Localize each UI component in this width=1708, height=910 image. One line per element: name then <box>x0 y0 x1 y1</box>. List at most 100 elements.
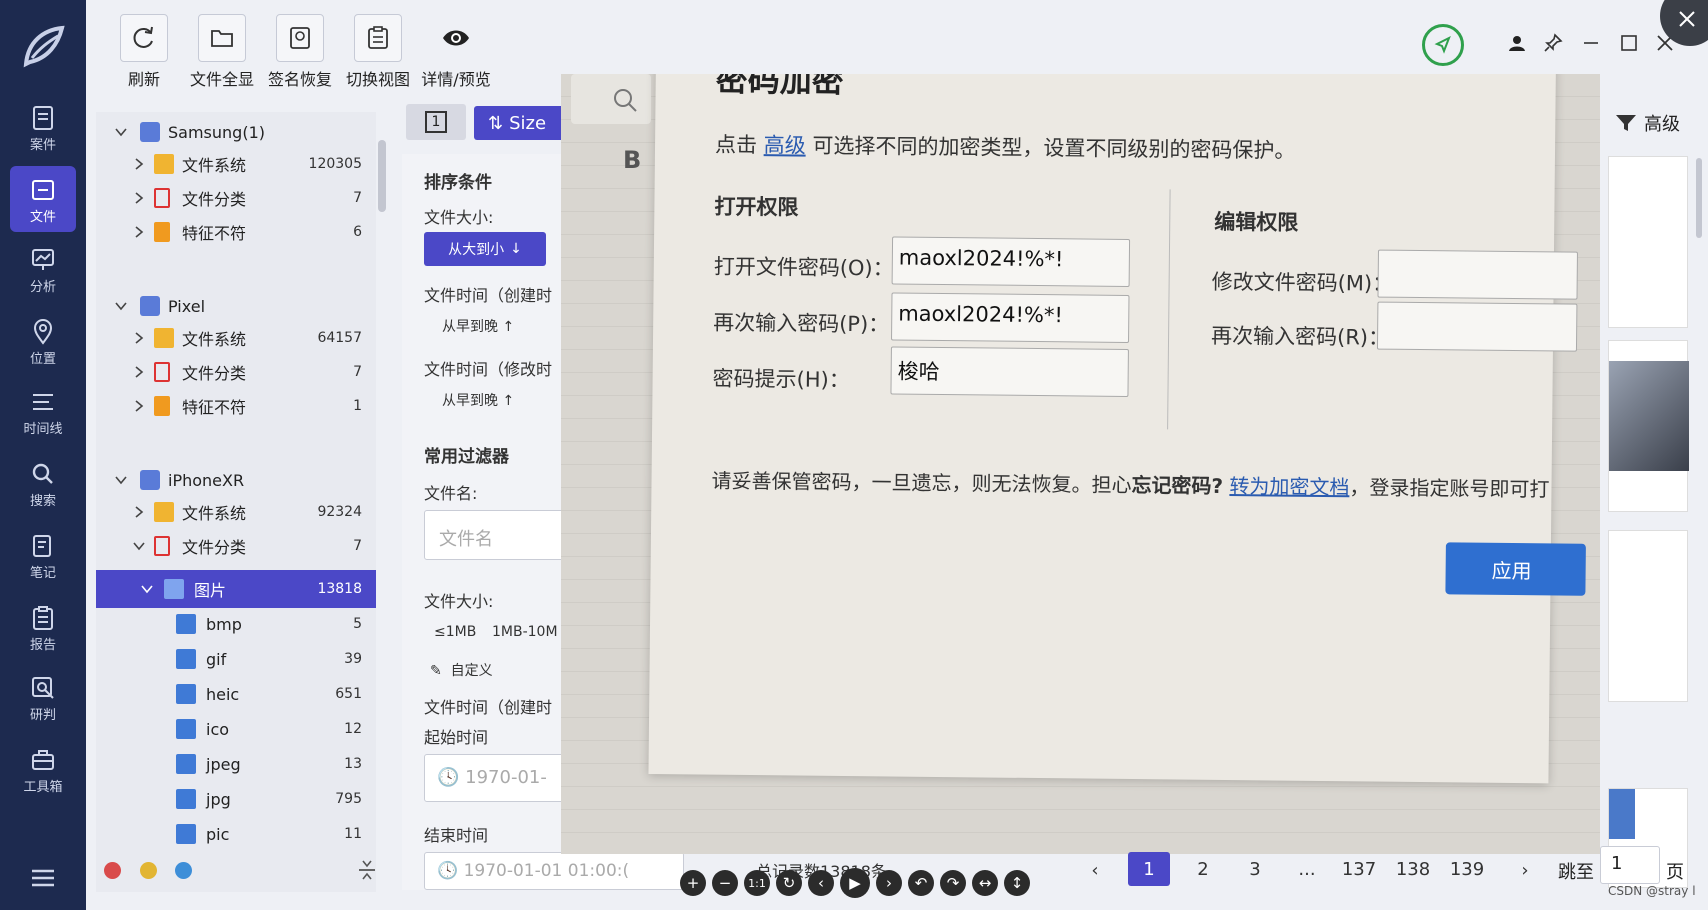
size-option-1-10mb[interactable]: 1MB-10M <box>492 624 558 640</box>
detail-preview-button[interactable]: 详情/预览 <box>418 6 494 90</box>
tree-item[interactable]: 文件系统 120305 <box>96 148 376 180</box>
filter-panel: 排序条件 文件大小: 从大到小 ↓ 文件时间（创建时 从早到晚 ↑ 文件时间（修改… <box>402 154 684 890</box>
rotate-right-button[interactable]: ↷ <box>940 870 966 896</box>
size-option-1mb[interactable]: ≤1MB <box>434 624 476 640</box>
tree-leaf[interactable]: heic 651 <box>96 678 376 710</box>
show-all-files-button[interactable]: 文件全显 <box>184 6 260 90</box>
zoom-in-button[interactable]: + <box>680 870 706 896</box>
tree-count: 5 <box>353 616 362 632</box>
flip-horizontal-button[interactable]: ↔ <box>972 870 998 896</box>
tree-leaf[interactable]: bmp 5 <box>96 608 376 640</box>
tree-device-samsung[interactable]: Samsung(1) <box>96 116 376 148</box>
tree-count: 13 <box>344 756 362 772</box>
status-dot-red[interactable] <box>104 862 121 879</box>
tree-leaf[interactable]: gif 39 <box>96 643 376 675</box>
modify-reenter-label: 再次输入密码(R)： <box>1210 323 1390 350</box>
rotate-left-button[interactable]: ↶ <box>908 870 934 896</box>
tree-leaf[interactable]: jpg 795 <box>96 783 376 815</box>
divider <box>1167 189 1171 430</box>
hint-field: 梭哈 <box>890 346 1129 397</box>
chevron-down-icon <box>115 476 127 485</box>
nav-item-files[interactable]: 文件 <box>10 166 76 232</box>
user-button[interactable] <box>1502 28 1532 58</box>
status-indicator[interactable] <box>1422 24 1464 66</box>
tree-item[interactable]: 文件分类 7 <box>96 530 376 562</box>
chevron-down-icon <box>115 302 127 311</box>
tree-item[interactable]: 特征不符 6 <box>96 216 376 248</box>
filename-input[interactable]: 文件名 <box>424 510 584 560</box>
tree-device-pixel[interactable]: Pixel <box>96 290 376 322</box>
image-icon <box>176 719 196 739</box>
nav-item-analysis[interactable]: 分析 <box>10 236 76 302</box>
thumbnail[interactable] <box>1608 530 1688 702</box>
minimize-button[interactable] <box>1576 28 1606 58</box>
pin-button[interactable] <box>1538 28 1568 58</box>
tree-leaf[interactable]: ico 12 <box>96 713 376 745</box>
nav-item-timeline[interactable]: 时间线 <box>10 378 76 444</box>
flip-vertical-button[interactable]: ↕ <box>1004 870 1030 896</box>
actual-size-button[interactable]: 1:1 <box>744 870 770 896</box>
reset-button[interactable]: ↻ <box>776 870 802 896</box>
nav-item-search[interactable]: 搜索 <box>10 450 76 516</box>
tree-leaf[interactable]: pic 11 <box>96 818 376 850</box>
chevron-right-icon <box>135 192 144 204</box>
signature-recovery-button[interactable]: 签名恢复 <box>262 6 338 90</box>
size-order-button[interactable]: 从大到小 ↓ <box>424 232 546 266</box>
switch-view-button[interactable]: 切换视图 <box>340 6 416 90</box>
status-dot-blue[interactable] <box>175 862 192 879</box>
page-138[interactable]: 138 <box>1392 852 1434 886</box>
prev-image-button[interactable]: ‹ <box>808 870 834 896</box>
tree-leaf[interactable]: jpeg 13 <box>96 748 376 780</box>
jump-input[interactable]: 1 <box>1600 846 1660 884</box>
size-order-label: 从大到小 <box>448 242 505 258</box>
device-name: iPhoneXR <box>168 470 245 490</box>
sort-ctime-label: 文件时间（创建时 <box>424 286 553 305</box>
nav-item-notes[interactable]: 笔记 <box>10 522 76 588</box>
page-toggle[interactable]: 1 <box>406 104 466 140</box>
page-3[interactable]: 3 <box>1234 852 1276 886</box>
refresh-button[interactable]: 刷新 <box>106 6 182 90</box>
custom-size[interactable]: ✎ 自定义 <box>430 660 493 680</box>
minimize-icon <box>1584 42 1598 44</box>
nav-item-location[interactable]: 位置 <box>10 308 76 374</box>
sort-icon: ⇅ <box>488 112 504 134</box>
zoom-out-button[interactable]: − <box>712 870 738 896</box>
size-sort-button[interactable]: ⇅ Size <box>474 106 564 140</box>
thumbnail[interactable] <box>1608 156 1688 328</box>
tree-item-selected[interactable]: 图片 13818 <box>96 570 376 608</box>
nav-item-toolbox[interactable]: 工具箱 <box>10 736 76 802</box>
page-137[interactable]: 137 <box>1338 852 1380 886</box>
tree-item[interactable]: 特征不符 1 <box>96 390 376 422</box>
next-image-button[interactable]: › <box>876 870 902 896</box>
tree-item[interactable]: 文件系统 64157 <box>96 322 376 354</box>
tree-label: 特征不符 <box>182 224 247 243</box>
ctime-order[interactable]: 从早到晚 ↑ <box>442 316 514 336</box>
end-time-input[interactable]: 🕓 1970-01-01 01:00:( <box>424 852 684 890</box>
mtime-order[interactable]: 从早到晚 ↑ <box>442 390 514 410</box>
thumbnail[interactable] <box>1608 340 1689 512</box>
page-2[interactable]: 2 <box>1182 852 1224 886</box>
maximize-button[interactable] <box>1614 28 1644 58</box>
prev-page-button[interactable]: ‹ <box>1070 852 1120 888</box>
page-1[interactable]: 1 <box>1128 852 1170 886</box>
image-icon <box>176 684 196 704</box>
status-dot-yellow[interactable] <box>140 862 157 879</box>
nav-item-case[interactable]: 案件 <box>10 94 76 160</box>
start-time-input[interactable]: 🕓 1970-01- <box>424 754 584 802</box>
next-page-button[interactable]: › <box>1500 852 1550 888</box>
thumb-scrollbar[interactable] <box>1696 158 1702 238</box>
nav-item-report[interactable]: 报告 <box>10 594 76 660</box>
image-icon <box>176 824 196 844</box>
modify-reenter-field <box>1376 301 1578 352</box>
nav-item-judge[interactable]: 研判 <box>10 664 76 730</box>
page-139[interactable]: 139 <box>1446 852 1488 886</box>
tree-device-iphonexr[interactable]: iPhoneXR <box>96 464 376 496</box>
collapse-icon[interactable] <box>356 858 378 882</box>
tree-item[interactable]: 文件分类 7 <box>96 356 376 388</box>
tree-item[interactable]: 文件分类 7 <box>96 182 376 214</box>
advanced-button[interactable]: 高级 <box>1614 110 1680 136</box>
play-button[interactable]: ▶ <box>840 868 870 898</box>
menu-icon[interactable] <box>30 868 56 888</box>
tree-scrollbar[interactable] <box>378 140 386 212</box>
tree-item[interactable]: 文件系统 92324 <box>96 496 376 528</box>
